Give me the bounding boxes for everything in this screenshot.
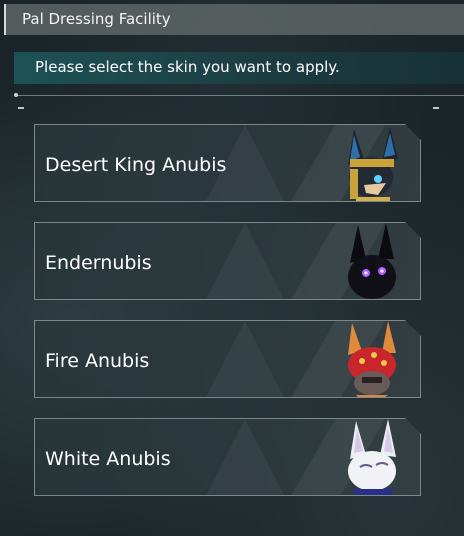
divider-line [16,95,464,96]
fire-anubis-portrait-icon [338,321,408,398]
skin-option-desert-king-anubis[interactable]: Desert King Anubis [34,124,421,202]
window-title-bar: Pal Dressing Facility [4,4,464,35]
scroll-marker-left [18,107,24,109]
skin-label: Desert King Anubis [45,154,227,176]
desert-king-anubis-portrait-icon [338,125,408,202]
skin-option-white-anubis[interactable]: White Anubis [34,418,421,496]
skin-option-fire-anubis[interactable]: Fire Anubis [34,320,421,398]
divider-dot [14,93,18,97]
instruction-text: Please select the skin you want to apply… [35,58,340,76]
scroll-marker-right [433,107,439,109]
skin-option-endernubis[interactable]: Endernubis [34,222,421,300]
skin-label: Endernubis [45,252,152,274]
skin-label: White Anubis [45,448,171,470]
skin-label: Fire Anubis [45,350,150,372]
endernubis-portrait-icon [338,223,408,300]
window-title: Pal Dressing Facility [22,10,171,28]
white-anubis-portrait-icon [338,419,408,496]
